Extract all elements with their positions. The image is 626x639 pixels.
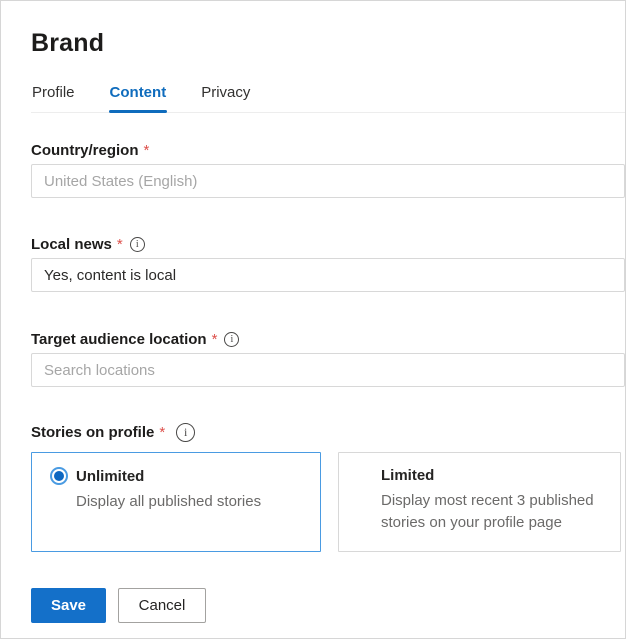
info-icon[interactable]: i: [130, 237, 145, 252]
tab-privacy[interactable]: Privacy: [200, 82, 251, 112]
option-description-limited: Display most recent 3 published stories …: [381, 490, 602, 534]
option-title-unlimited: Unlimited: [76, 468, 144, 485]
option-card-limited[interactable]: Limited Display most recent 3 published …: [338, 452, 621, 552]
option-head: Unlimited: [50, 467, 302, 485]
tab-profile[interactable]: Profile: [31, 82, 76, 112]
stories-on-profile-label-text: Stories on profile: [31, 424, 154, 441]
option-title-limited: Limited: [381, 467, 434, 484]
cancel-button[interactable]: Cancel: [118, 588, 206, 623]
page-title: Brand: [31, 29, 595, 58]
target-audience-search-input[interactable]: [31, 353, 625, 387]
country-region-label: Country/region *: [31, 142, 595, 159]
tab-content[interactable]: Content: [109, 82, 168, 112]
option-head: Limited: [381, 467, 602, 484]
info-icon[interactable]: i: [224, 332, 239, 347]
required-asterisk: *: [212, 331, 218, 348]
local-news-label: Local news * i: [31, 236, 595, 253]
stories-option-cards: Unlimited Display all published stories …: [31, 452, 625, 552]
action-buttons: Save Cancel: [31, 588, 625, 623]
stories-on-profile-label: Stories on profile * i: [31, 423, 595, 442]
required-asterisk: *: [117, 236, 123, 253]
required-asterisk: *: [159, 424, 165, 441]
save-button[interactable]: Save: [31, 588, 106, 623]
option-description-unlimited: Display all published stories: [76, 491, 302, 513]
info-icon[interactable]: i: [176, 423, 195, 442]
radio-unlimited-selected[interactable]: [50, 467, 68, 485]
local-news-label-text: Local news: [31, 236, 112, 253]
brand-settings-panel: Brand Profile Content Privacy Country/re…: [0, 0, 626, 639]
tab-bar: Profile Content Privacy: [31, 82, 625, 113]
local-news-input[interactable]: [31, 258, 625, 292]
country-region-label-text: Country/region: [31, 142, 139, 159]
option-card-unlimited[interactable]: Unlimited Display all published stories: [31, 452, 321, 552]
required-asterisk: *: [144, 142, 150, 159]
country-region-input[interactable]: [31, 164, 625, 198]
target-audience-label: Target audience location * i: [31, 331, 595, 348]
target-audience-label-text: Target audience location: [31, 331, 207, 348]
